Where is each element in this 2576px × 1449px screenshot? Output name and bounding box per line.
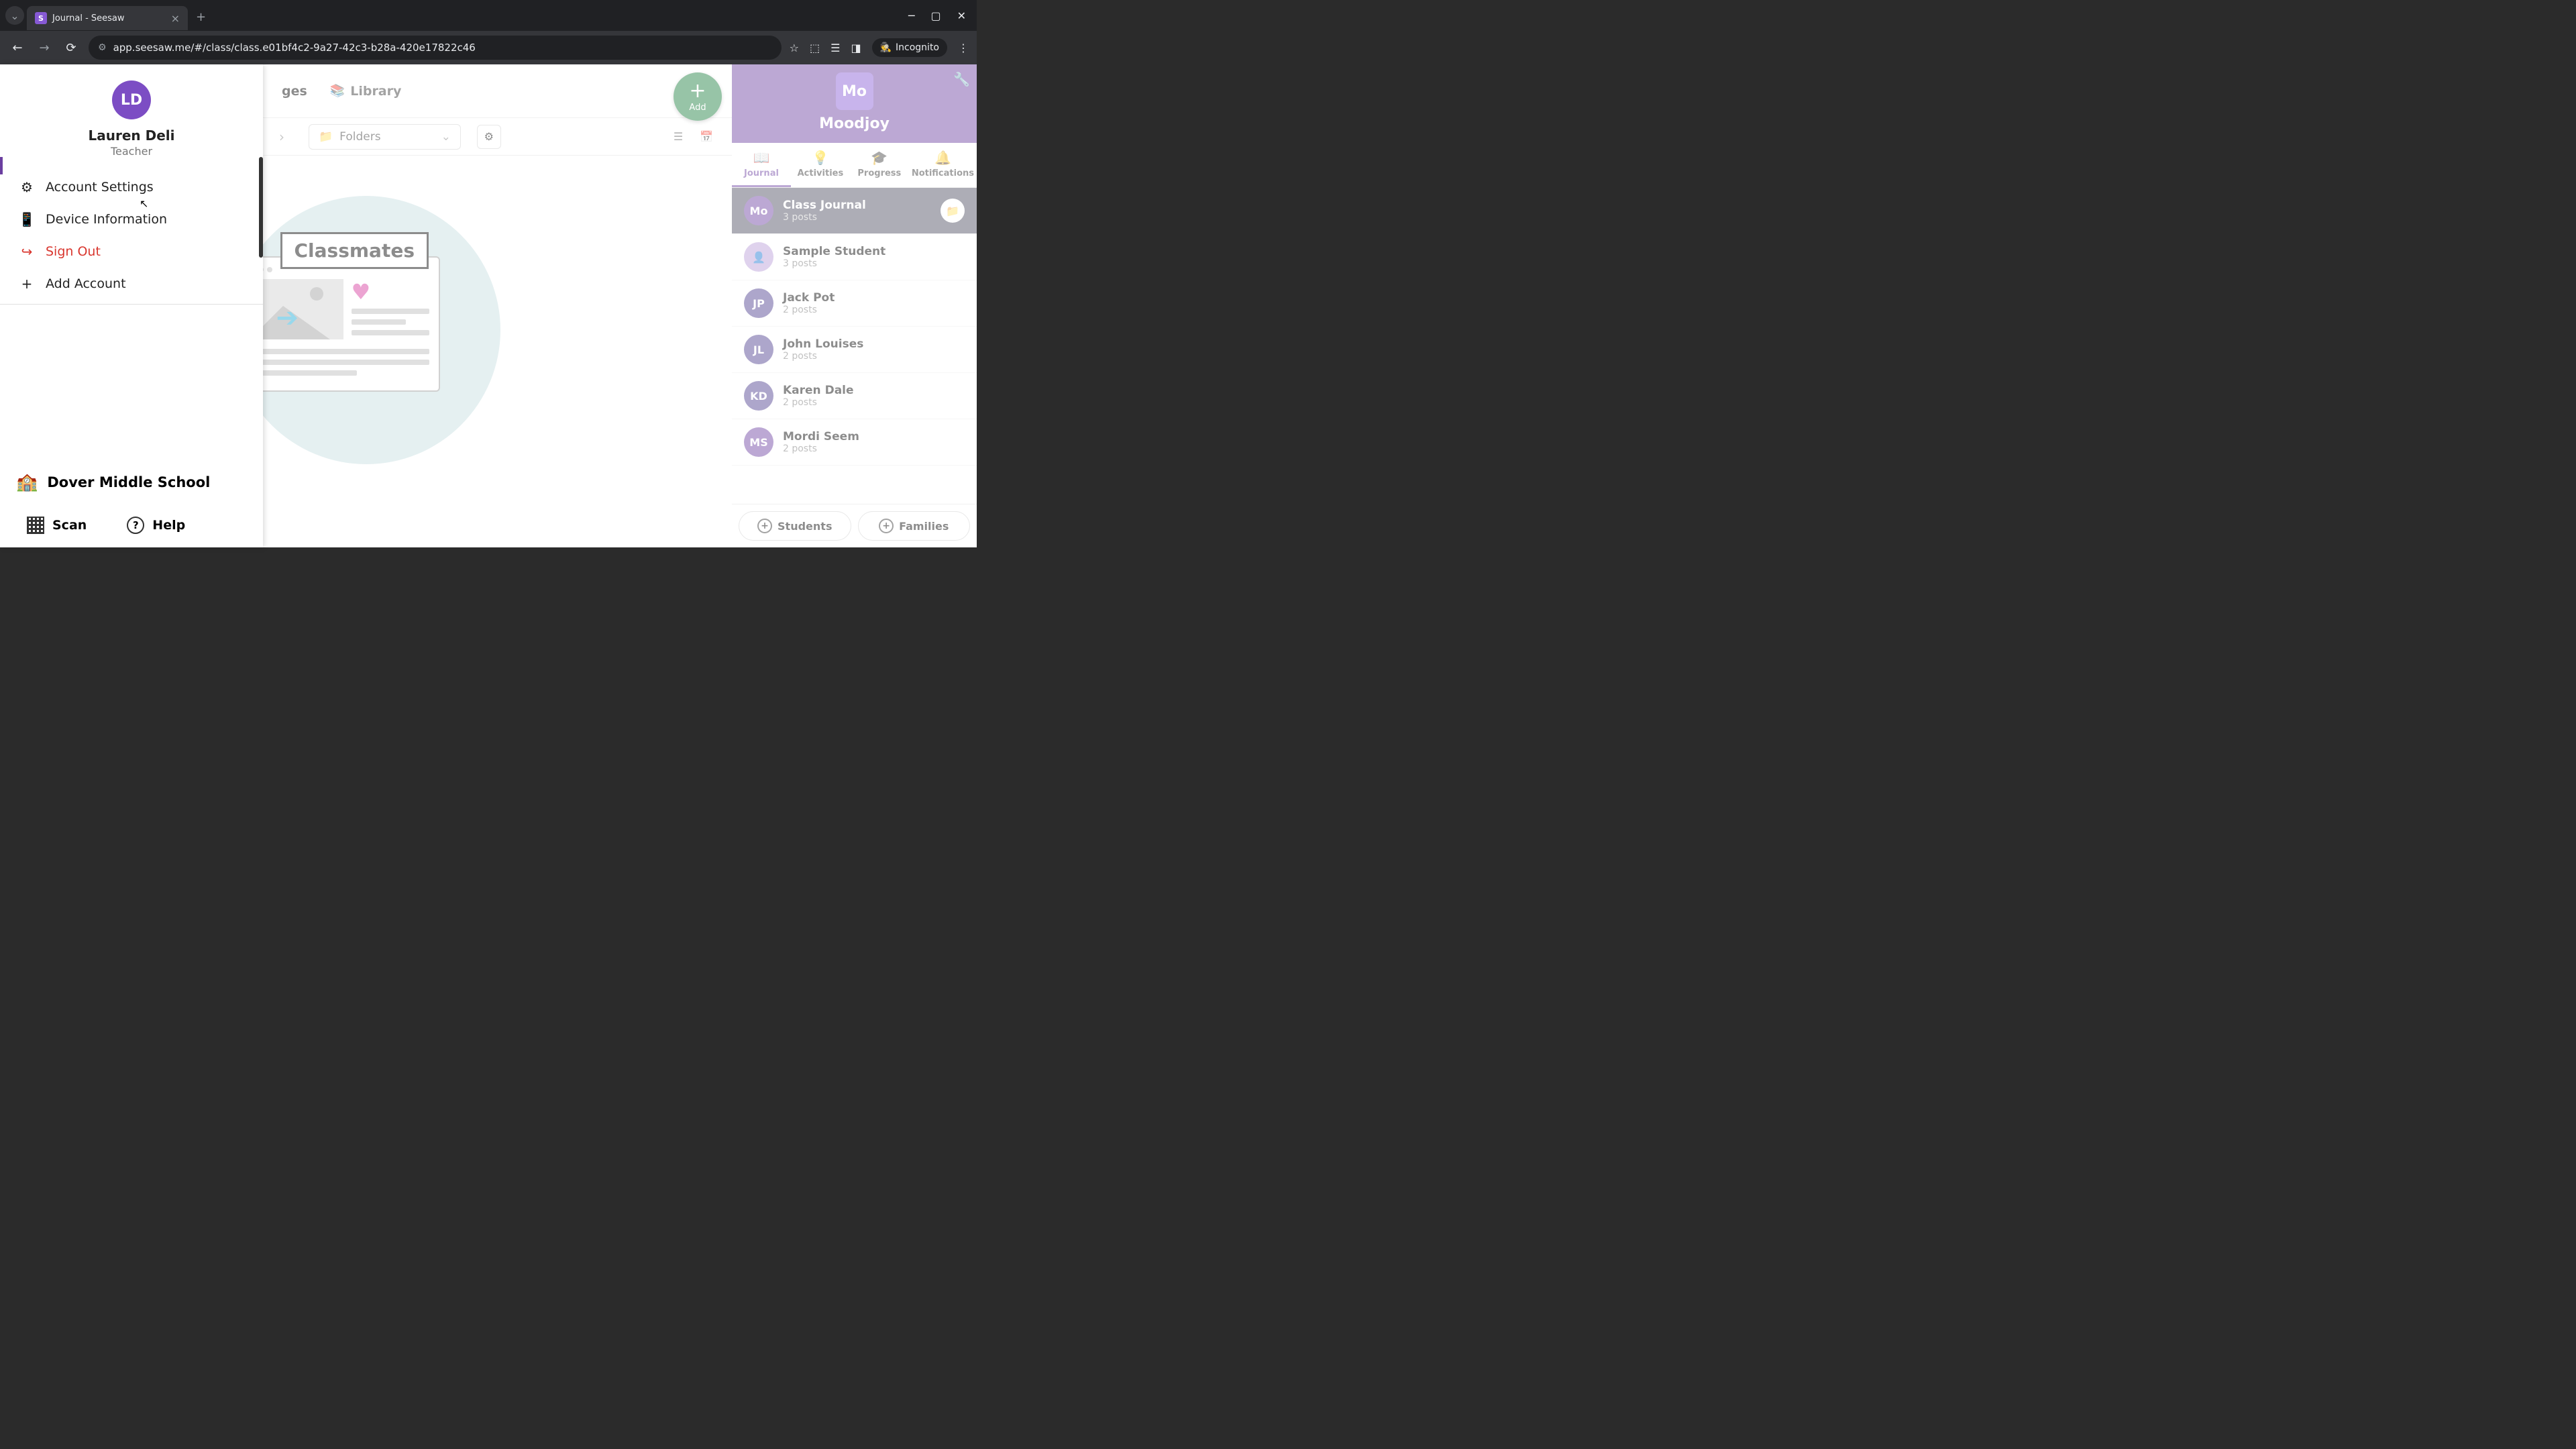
gear-icon: ⚙ xyxy=(19,179,35,195)
signout-icon: ↪ xyxy=(19,244,35,260)
bookmark-star-icon[interactable]: ☆ xyxy=(790,42,799,54)
help-label: Help xyxy=(152,518,185,533)
app-viewport: ges 📚 Library › 📁 Folders ⌄ ⚙ ☰ 📅 Classm… xyxy=(0,64,977,547)
incognito-icon: 🕵 xyxy=(880,42,892,53)
tab-search-button[interactable]: ⌄ xyxy=(5,6,24,25)
school-icon: 🏫 xyxy=(16,472,38,492)
reload-button[interactable]: ⟳ xyxy=(62,38,80,57)
sign-out-label: Sign Out xyxy=(46,244,101,259)
site-info-icon[interactable]: ⚙ xyxy=(98,42,107,53)
panel-footer: Scan ? Help xyxy=(0,506,263,547)
mouse-cursor: ↖ xyxy=(140,197,148,210)
browser-tab-strip: ⌄ S Journal - Seesaw × + ─ ▢ ✕ xyxy=(0,0,977,31)
tab-favicon: S xyxy=(35,12,47,24)
browser-menu-icon[interactable]: ⋮ xyxy=(958,42,969,54)
add-account-item[interactable]: + Add Account xyxy=(0,268,263,300)
scan-label: Scan xyxy=(52,518,87,533)
add-account-label: Add Account xyxy=(46,276,126,291)
account-menu: ⚙ Account Settings 📱 Device Information … xyxy=(0,167,263,305)
account-panel: LD Lauren Deli Teacher ⚙ Account Setting… xyxy=(0,64,263,547)
close-window-icon[interactable]: ✕ xyxy=(957,9,966,22)
qr-icon xyxy=(27,517,44,534)
scan-button[interactable]: Scan xyxy=(27,517,87,534)
forward-button[interactable]: → xyxy=(35,38,54,57)
side-panel-icon[interactable]: ◨ xyxy=(851,42,861,54)
device-icon: 📱 xyxy=(19,211,35,227)
profile-name: Lauren Deli xyxy=(0,127,263,144)
profile-role: Teacher xyxy=(0,145,263,158)
new-tab-button[interactable]: + xyxy=(196,10,206,24)
profile-avatar[interactable]: LD xyxy=(112,80,151,119)
device-info-label: Device Information xyxy=(46,212,167,227)
scrollbar-thumb[interactable] xyxy=(0,157,3,174)
school-name: Dover Middle School xyxy=(47,474,210,490)
back-button[interactable]: ← xyxy=(8,38,27,57)
minimize-icon[interactable]: ─ xyxy=(908,9,915,22)
tab-title: Journal - Seesaw xyxy=(52,13,125,23)
reading-list-icon[interactable]: ☰ xyxy=(830,42,840,54)
sign-out-item[interactable]: ↪ Sign Out xyxy=(0,235,263,268)
browser-toolbar: ← → ⟳ ⚙ app.seesaw.me/#/class/class.e01b… xyxy=(0,31,977,64)
incognito-label: Incognito xyxy=(896,42,939,53)
help-button[interactable]: ? Help xyxy=(127,517,185,534)
window-controls: ─ ▢ ✕ xyxy=(908,9,971,22)
profile-section: LD Lauren Deli Teacher xyxy=(0,64,263,167)
account-settings-label: Account Settings xyxy=(46,180,154,195)
tab-close-icon[interactable]: × xyxy=(171,12,180,25)
address-bar[interactable]: ⚙ app.seesaw.me/#/class/class.e01bf4c2-9… xyxy=(89,36,782,60)
scrollbar-thumb[interactable] xyxy=(259,157,263,258)
help-icon: ? xyxy=(127,517,144,534)
incognito-badge[interactable]: 🕵 Incognito xyxy=(872,38,947,57)
account-settings-item[interactable]: ⚙ Account Settings xyxy=(0,171,263,203)
maximize-icon[interactable]: ▢ xyxy=(930,9,941,22)
extensions-icon[interactable]: ⬚ xyxy=(810,42,820,54)
browser-tab[interactable]: S Journal - Seesaw × xyxy=(27,6,188,30)
plus-icon: + xyxy=(19,276,35,292)
device-info-item[interactable]: 📱 Device Information xyxy=(0,203,263,235)
url-text: app.seesaw.me/#/class/class.e01bf4c2-9a2… xyxy=(113,42,476,54)
school-section[interactable]: 🏫 Dover Middle School xyxy=(0,459,263,506)
